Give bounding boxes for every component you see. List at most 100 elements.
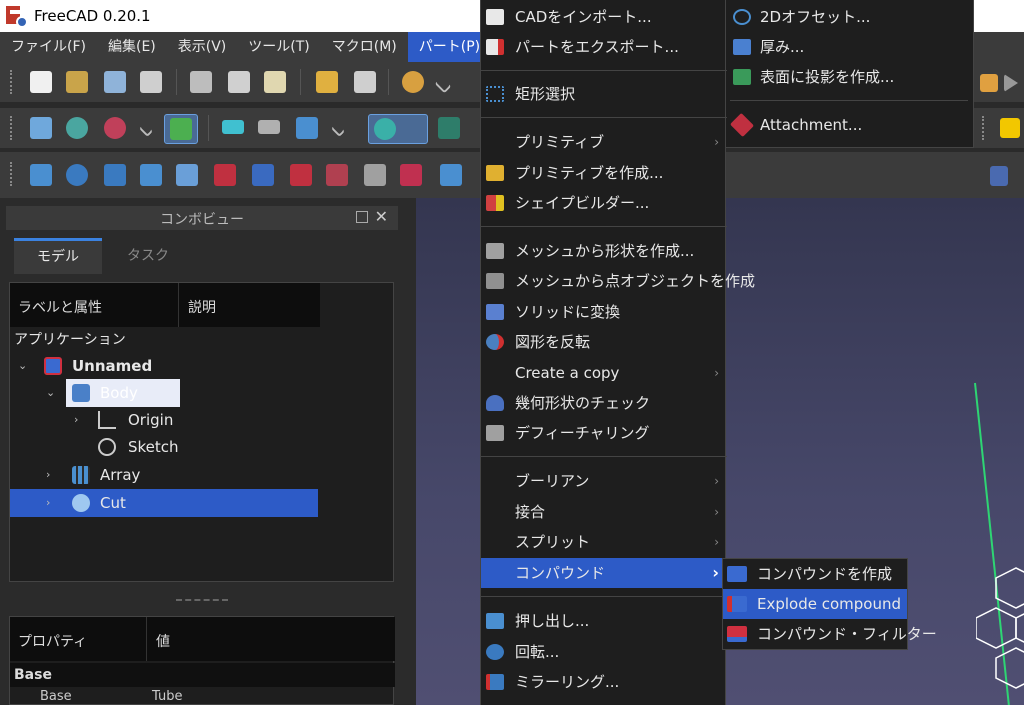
- sketch-icon[interactable]: [980, 74, 998, 92]
- panel-splitter[interactable]: [176, 599, 228, 602]
- menu-item-make-compound[interactable]: コンパウンドを作成: [723, 559, 907, 589]
- toolbar-grip[interactable]: [10, 162, 14, 186]
- menu-edit[interactable]: 編集(E): [97, 32, 167, 62]
- menu-item-boolean[interactable]: ブーリアン ›: [481, 466, 727, 496]
- selection-filter-icon: [170, 118, 192, 140]
- menu-item-import-cad[interactable]: CADをインポート...: [481, 2, 727, 32]
- menu-macro[interactable]: マクロ(M): [321, 32, 408, 62]
- menu-item-join[interactable]: 接合 ›: [481, 497, 727, 527]
- check-geometry-tool-icon[interactable]: [990, 166, 1008, 186]
- collapse-arrow-icon[interactable]: ›: [74, 407, 78, 433]
- loft-icon[interactable]: [290, 164, 312, 186]
- menu-item-compound-filter[interactable]: コンパウンド・フィルター: [723, 619, 937, 649]
- projection-icon: [733, 69, 751, 85]
- menu-item-mirroring[interactable]: ミラーリング...: [481, 667, 727, 697]
- menu-item-offset2d[interactable]: 2Dオフセット...: [726, 2, 974, 32]
- copy-icon[interactable]: [228, 71, 250, 93]
- fillet-tool-icon[interactable]: [140, 164, 162, 186]
- cube-icon[interactable]: [1000, 118, 1020, 138]
- menu-tools[interactable]: ツール(T): [237, 32, 320, 62]
- toolbar-grip[interactable]: [982, 116, 986, 140]
- mirror-tool-icon[interactable]: [104, 164, 126, 186]
- fit-selection-icon[interactable]: [66, 117, 88, 139]
- cut-icon[interactable]: [190, 71, 212, 93]
- open-file-icon[interactable]: [66, 71, 88, 93]
- menu-item-defeaturing[interactable]: デフィーチャリング: [481, 418, 727, 448]
- ruled-surface-icon[interactable]: [252, 164, 274, 186]
- property-group-base[interactable]: Base: [10, 663, 395, 687]
- redo-icon[interactable]: [354, 71, 376, 93]
- menu-item-thickness[interactable]: 厚み...: [726, 32, 974, 62]
- menu-item-attachment[interactable]: Attachment...: [726, 110, 974, 140]
- back-arrow-icon[interactable]: [222, 120, 244, 134]
- play-icon[interactable]: [1004, 74, 1018, 92]
- chevron-down-icon[interactable]: [138, 122, 154, 138]
- menu-item-check-geometry[interactable]: 幾何形状のチェック: [481, 388, 727, 418]
- menu-item-points-from-mesh[interactable]: メッシュから点オブジェクトを作成: [481, 266, 755, 296]
- menu-item-split[interactable]: スプリット ›: [481, 527, 727, 557]
- forward-arrow-icon[interactable]: [258, 120, 280, 134]
- collapse-arrow-icon[interactable]: ›: [46, 462, 50, 488]
- property-row[interactable]: Base Tube: [10, 689, 395, 705]
- menu-view[interactable]: 表示(V): [167, 32, 238, 62]
- draw-style-icon[interactable]: [104, 117, 126, 139]
- chevron-down-icon[interactable]: [434, 76, 452, 94]
- save-file-icon[interactable]: [104, 71, 126, 93]
- extrude-tool-icon[interactable]: [30, 164, 52, 186]
- make-face-icon[interactable]: [214, 164, 236, 186]
- toolbar-grip[interactable]: [10, 70, 14, 94]
- tree-item-body[interactable]: ⌄ Body: [10, 380, 320, 406]
- print-icon[interactable]: [140, 71, 162, 93]
- menu-item-convert-to-solid[interactable]: ソリッドに変換: [481, 297, 727, 327]
- menu-part[interactable]: パート(P): [407, 32, 492, 62]
- window-title: FreeCAD 0.20.1: [34, 7, 151, 25]
- collapse-arrow-icon[interactable]: ›: [46, 490, 50, 516]
- tree-item-cut[interactable]: › Cut: [10, 490, 320, 516]
- menu-item-reverse-shapes[interactable]: 図形を反転: [481, 327, 727, 357]
- close-icon[interactable]: ✕: [375, 207, 388, 226]
- fit-all-icon[interactable]: [30, 117, 52, 139]
- new-file-icon[interactable]: [30, 71, 52, 93]
- menu-item-shape-builder[interactable]: シェイプビルダー...: [481, 188, 727, 218]
- menu-item-shape-from-mesh[interactable]: メッシュから形状を作成...: [481, 236, 727, 266]
- menu-item-revolve[interactable]: 回転...: [481, 637, 727, 667]
- menu-item-explode-compound[interactable]: Explode compound: [723, 589, 907, 619]
- tree-item-sketch[interactable]: Sketch: [10, 434, 320, 460]
- column-label[interactable]: ラベルと属性: [18, 297, 102, 317]
- menu-file[interactable]: ファイル(F): [0, 32, 97, 62]
- paste-icon[interactable]: [264, 71, 286, 93]
- macro-icon[interactable]: [402, 71, 424, 93]
- extrude-icon: [486, 613, 504, 629]
- menu-item-export-part[interactable]: パートをエクスポート...: [481, 32, 727, 62]
- menu-item-create-primitives[interactable]: プリミティブを作成...: [481, 158, 727, 188]
- sync-view-icon[interactable]: [296, 117, 318, 139]
- menu-item-projection[interactable]: 表面に投影を作成...: [726, 62, 974, 92]
- tree-item-origin[interactable]: › Origin: [10, 407, 320, 433]
- column-value[interactable]: 値: [156, 631, 170, 651]
- column-description[interactable]: 説明: [188, 297, 216, 317]
- chamfer-tool-icon[interactable]: [176, 164, 198, 186]
- offset-tool-icon[interactable]: [440, 164, 462, 186]
- sweep-icon[interactable]: [326, 164, 348, 186]
- menu-item-extrude[interactable]: 押し出し...: [481, 606, 727, 636]
- cross-sections-icon[interactable]: [400, 164, 422, 186]
- menu-item-create-copy[interactable]: Create a copy ›: [481, 358, 727, 388]
- reverse-icon: [486, 334, 504, 350]
- column-property[interactable]: プロパティ: [18, 631, 87, 651]
- toolbar-grip[interactable]: [10, 116, 14, 140]
- expand-arrow-icon[interactable]: ⌄: [46, 380, 55, 406]
- section-icon[interactable]: [364, 164, 386, 186]
- chevron-down-icon[interactable]: [330, 122, 346, 138]
- tree-item-array[interactable]: › Array: [10, 462, 320, 488]
- float-panel-icon[interactable]: [356, 211, 368, 223]
- undo-icon[interactable]: [316, 71, 338, 93]
- menu-item-compound[interactable]: コンパウンド ›: [481, 558, 727, 588]
- tree-item-unnamed[interactable]: ⌄ Unnamed: [10, 353, 320, 379]
- tab-model[interactable]: モデル: [14, 238, 102, 274]
- expand-arrow-icon[interactable]: ⌄: [18, 353, 27, 379]
- revolve-tool-icon[interactable]: [66, 164, 88, 186]
- menu-item-primitives[interactable]: プリミティブ ›: [481, 127, 727, 157]
- isometric-view-icon[interactable]: [438, 117, 460, 139]
- menu-item-box-selection[interactable]: 矩形選択: [481, 79, 727, 109]
- tab-task[interactable]: タスク: [104, 238, 192, 274]
